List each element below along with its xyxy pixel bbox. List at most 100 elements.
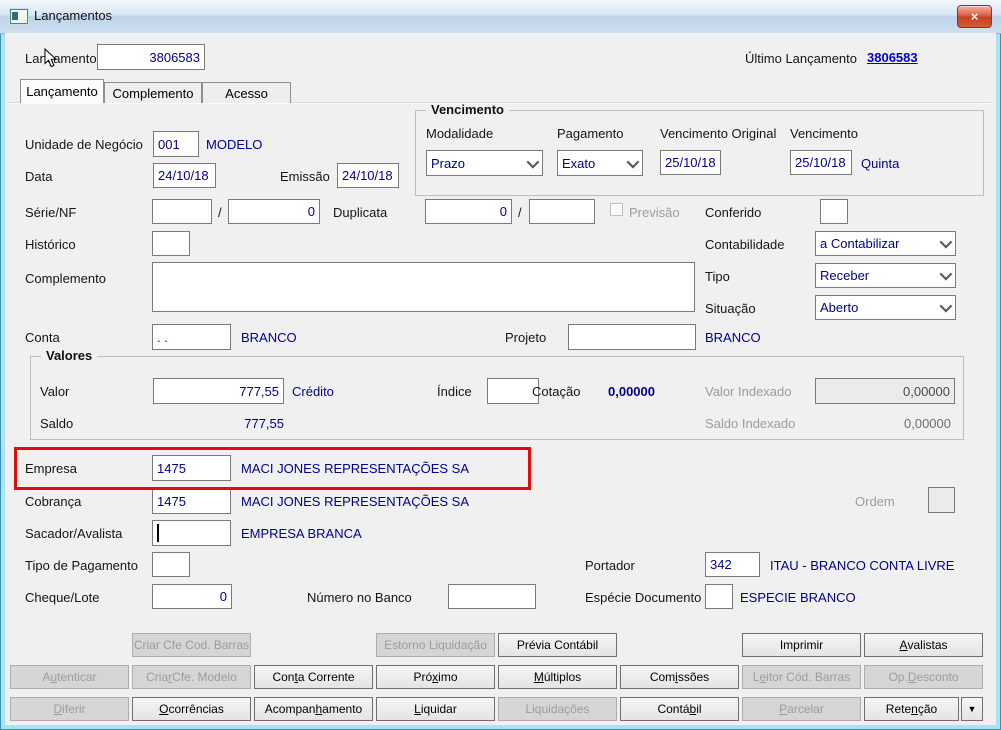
numero-banco-label: Número no Banco bbox=[307, 590, 412, 605]
retencao-button[interactable]: Rete n ção bbox=[864, 697, 959, 721]
tab-complemento[interactable]: Complemento bbox=[104, 82, 202, 103]
tipo-label: Tipo bbox=[705, 269, 730, 284]
numero-banco-input[interactable] bbox=[448, 584, 536, 609]
liquidar-button[interactable]: Liquidar bbox=[376, 697, 495, 721]
conta-input[interactable]: . . bbox=[152, 324, 231, 350]
cobranca-label: Cobrança bbox=[25, 494, 82, 509]
vencimento-original-label: Vencimento Original bbox=[660, 126, 777, 141]
unidade-negocio-label: Unidade de Negócio bbox=[25, 137, 143, 152]
unidade-negocio-input[interactable]: 001 bbox=[153, 131, 199, 157]
portador-desc: ITAU - BRANCO CONTA LIVRE bbox=[770, 558, 955, 573]
tab-acesso[interactable]: Acesso bbox=[202, 82, 291, 103]
leitor-cod-barras-button: Le itor Cód. Barras bbox=[742, 665, 861, 689]
mouse-cursor bbox=[44, 48, 58, 68]
cheque-lote-label: Cheque/Lote bbox=[25, 590, 100, 605]
lancamentos-window: Lançamentos × Lançamento 3806583 Último … bbox=[0, 0, 1001, 730]
contabilidade-select[interactable]: a Contabilizar bbox=[815, 231, 956, 256]
duplicata-sub-input[interactable] bbox=[529, 199, 595, 224]
vencimento-input[interactable]: 25/10/18 bbox=[790, 150, 852, 175]
lancamento-number-input[interactable]: 3806583 bbox=[97, 44, 205, 70]
pagamento-select[interactable]: Exato bbox=[557, 150, 643, 176]
serie-input[interactable] bbox=[152, 199, 212, 224]
vencimento-original-input[interactable]: 25/10/18 bbox=[660, 150, 721, 175]
previa-contabil-button[interactable]: Prévia Contábil bbox=[498, 633, 617, 657]
proximo-button[interactable]: Pró x imo bbox=[376, 665, 495, 689]
saldo-indexado-label: Saldo Indexado bbox=[705, 416, 796, 431]
valor-input[interactable]: 777,55 bbox=[153, 378, 284, 404]
duplicata-input[interactable]: 0 bbox=[425, 199, 512, 224]
portador-label: Portador bbox=[585, 558, 635, 573]
modalidade-select[interactable]: Prazo bbox=[426, 150, 543, 176]
contabilidade-value: a Contabilizar bbox=[820, 236, 900, 251]
chevron-down-icon bbox=[939, 235, 953, 249]
parcelar-button: Parcelar bbox=[742, 697, 861, 721]
ultimo-lancamento-label: Último Lançamento bbox=[745, 51, 857, 66]
ocorrencias-button[interactable]: Ocorrências bbox=[132, 697, 251, 721]
data-label: Data bbox=[25, 169, 53, 184]
cobranca-input[interactable]: 1475 bbox=[152, 488, 231, 514]
cotacao-label: Cotação bbox=[532, 384, 581, 399]
saldo-value: 777,55 bbox=[244, 416, 284, 431]
tipo-value: Receber bbox=[820, 268, 870, 283]
sacador-avalista-desc: EMPRESA BRANCA bbox=[241, 526, 362, 541]
situacao-value: Aberto bbox=[820, 300, 859, 315]
tab-lancamento[interactable]: Lançamento bbox=[20, 79, 104, 103]
situacao-select[interactable]: Aberto bbox=[815, 295, 956, 320]
data-input[interactable]: 24/10/18 bbox=[153, 163, 216, 188]
unidade-negocio-desc: MODELO bbox=[206, 137, 263, 152]
ordem-input bbox=[928, 487, 955, 513]
serie-nf-label: Série/NF bbox=[25, 205, 77, 220]
modalidade-value: Prazo bbox=[431, 155, 465, 171]
duplicata-label: Duplicata bbox=[333, 205, 388, 220]
indice-label: Índice bbox=[437, 384, 472, 399]
ultimo-lancamento-link[interactable]: 3806583 bbox=[867, 50, 918, 65]
window-title: Lançamentos bbox=[34, 8, 113, 23]
imprimir-button[interactable]: Imprimir bbox=[742, 633, 861, 657]
duplicata-separator: / bbox=[518, 205, 522, 220]
tipo-pagamento-input[interactable] bbox=[152, 552, 190, 577]
portador-input[interactable]: 342 bbox=[705, 552, 760, 577]
chevron-down-icon bbox=[939, 267, 953, 281]
cobranca-desc: MACI JONES REPRESENTAÇÕES SA bbox=[241, 494, 470, 509]
close-icon[interactable]: × bbox=[957, 5, 992, 28]
vencimento-label: Vencimento bbox=[790, 126, 858, 141]
vencimento-weekday: Quinta bbox=[861, 156, 900, 171]
comissoes-button[interactable]: Com i ssões bbox=[620, 665, 739, 689]
valor-desc: Crédito bbox=[292, 384, 334, 399]
conta-desc: BRANCO bbox=[241, 330, 297, 345]
historico-input[interactable] bbox=[152, 231, 190, 256]
tipo-pagamento-label: Tipo de Pagamento bbox=[25, 558, 138, 573]
projeto-input[interactable] bbox=[568, 324, 696, 350]
multiplos-button[interactable]: Múltiplos bbox=[498, 665, 617, 689]
nf-input[interactable]: 0 bbox=[228, 199, 320, 224]
cheque-lote-input[interactable]: 0 bbox=[152, 584, 232, 609]
sacador-avalista-input[interactable] bbox=[152, 520, 231, 546]
acompanhamento-button[interactable]: Acompan h amento bbox=[254, 697, 373, 721]
vencimento-group-title: Vencimento bbox=[426, 102, 509, 117]
tipo-select[interactable]: Receber bbox=[815, 263, 956, 288]
serie-nf-separator: / bbox=[218, 205, 222, 220]
conferido-input[interactable] bbox=[820, 199, 848, 224]
criar-cfe-cod-barras-button: Criar Cfe Cod. Barras bbox=[132, 633, 251, 657]
chevron-down-icon bbox=[626, 155, 640, 168]
saldo-label: Saldo bbox=[40, 416, 74, 431]
lancamento-label: Lançamento bbox=[25, 51, 97, 66]
conferido-label: Conferido bbox=[705, 205, 762, 220]
contabilidade-label: Contabilidade bbox=[705, 237, 785, 252]
conta-corrente-button[interactable]: Con t a Corrente bbox=[254, 665, 373, 689]
avalistas-button[interactable]: Avalistas bbox=[864, 633, 983, 657]
emissao-input[interactable]: 24/10/18 bbox=[337, 163, 399, 188]
estorno-liquidacao-button: Estorno Liquidação bbox=[376, 633, 495, 657]
contabil-button[interactable]: Contá b il bbox=[620, 697, 739, 721]
situacao-label: Situação bbox=[705, 301, 756, 316]
more-actions-button[interactable]: ▼ bbox=[961, 697, 983, 721]
previsao-checkbox[interactable] bbox=[610, 203, 623, 216]
especie-documento-label: Espécie Documento bbox=[585, 590, 702, 605]
valores-group-title: Valores bbox=[41, 348, 98, 363]
emissao-label: Emissão bbox=[280, 169, 330, 184]
complemento-textarea[interactable] bbox=[152, 262, 695, 312]
chevron-down-icon bbox=[526, 155, 540, 168]
cotacao-value: 0,00000 bbox=[608, 384, 655, 399]
valor-indexado-label: Valor Indexado bbox=[705, 384, 792, 399]
especie-documento-input[interactable] bbox=[705, 584, 733, 609]
